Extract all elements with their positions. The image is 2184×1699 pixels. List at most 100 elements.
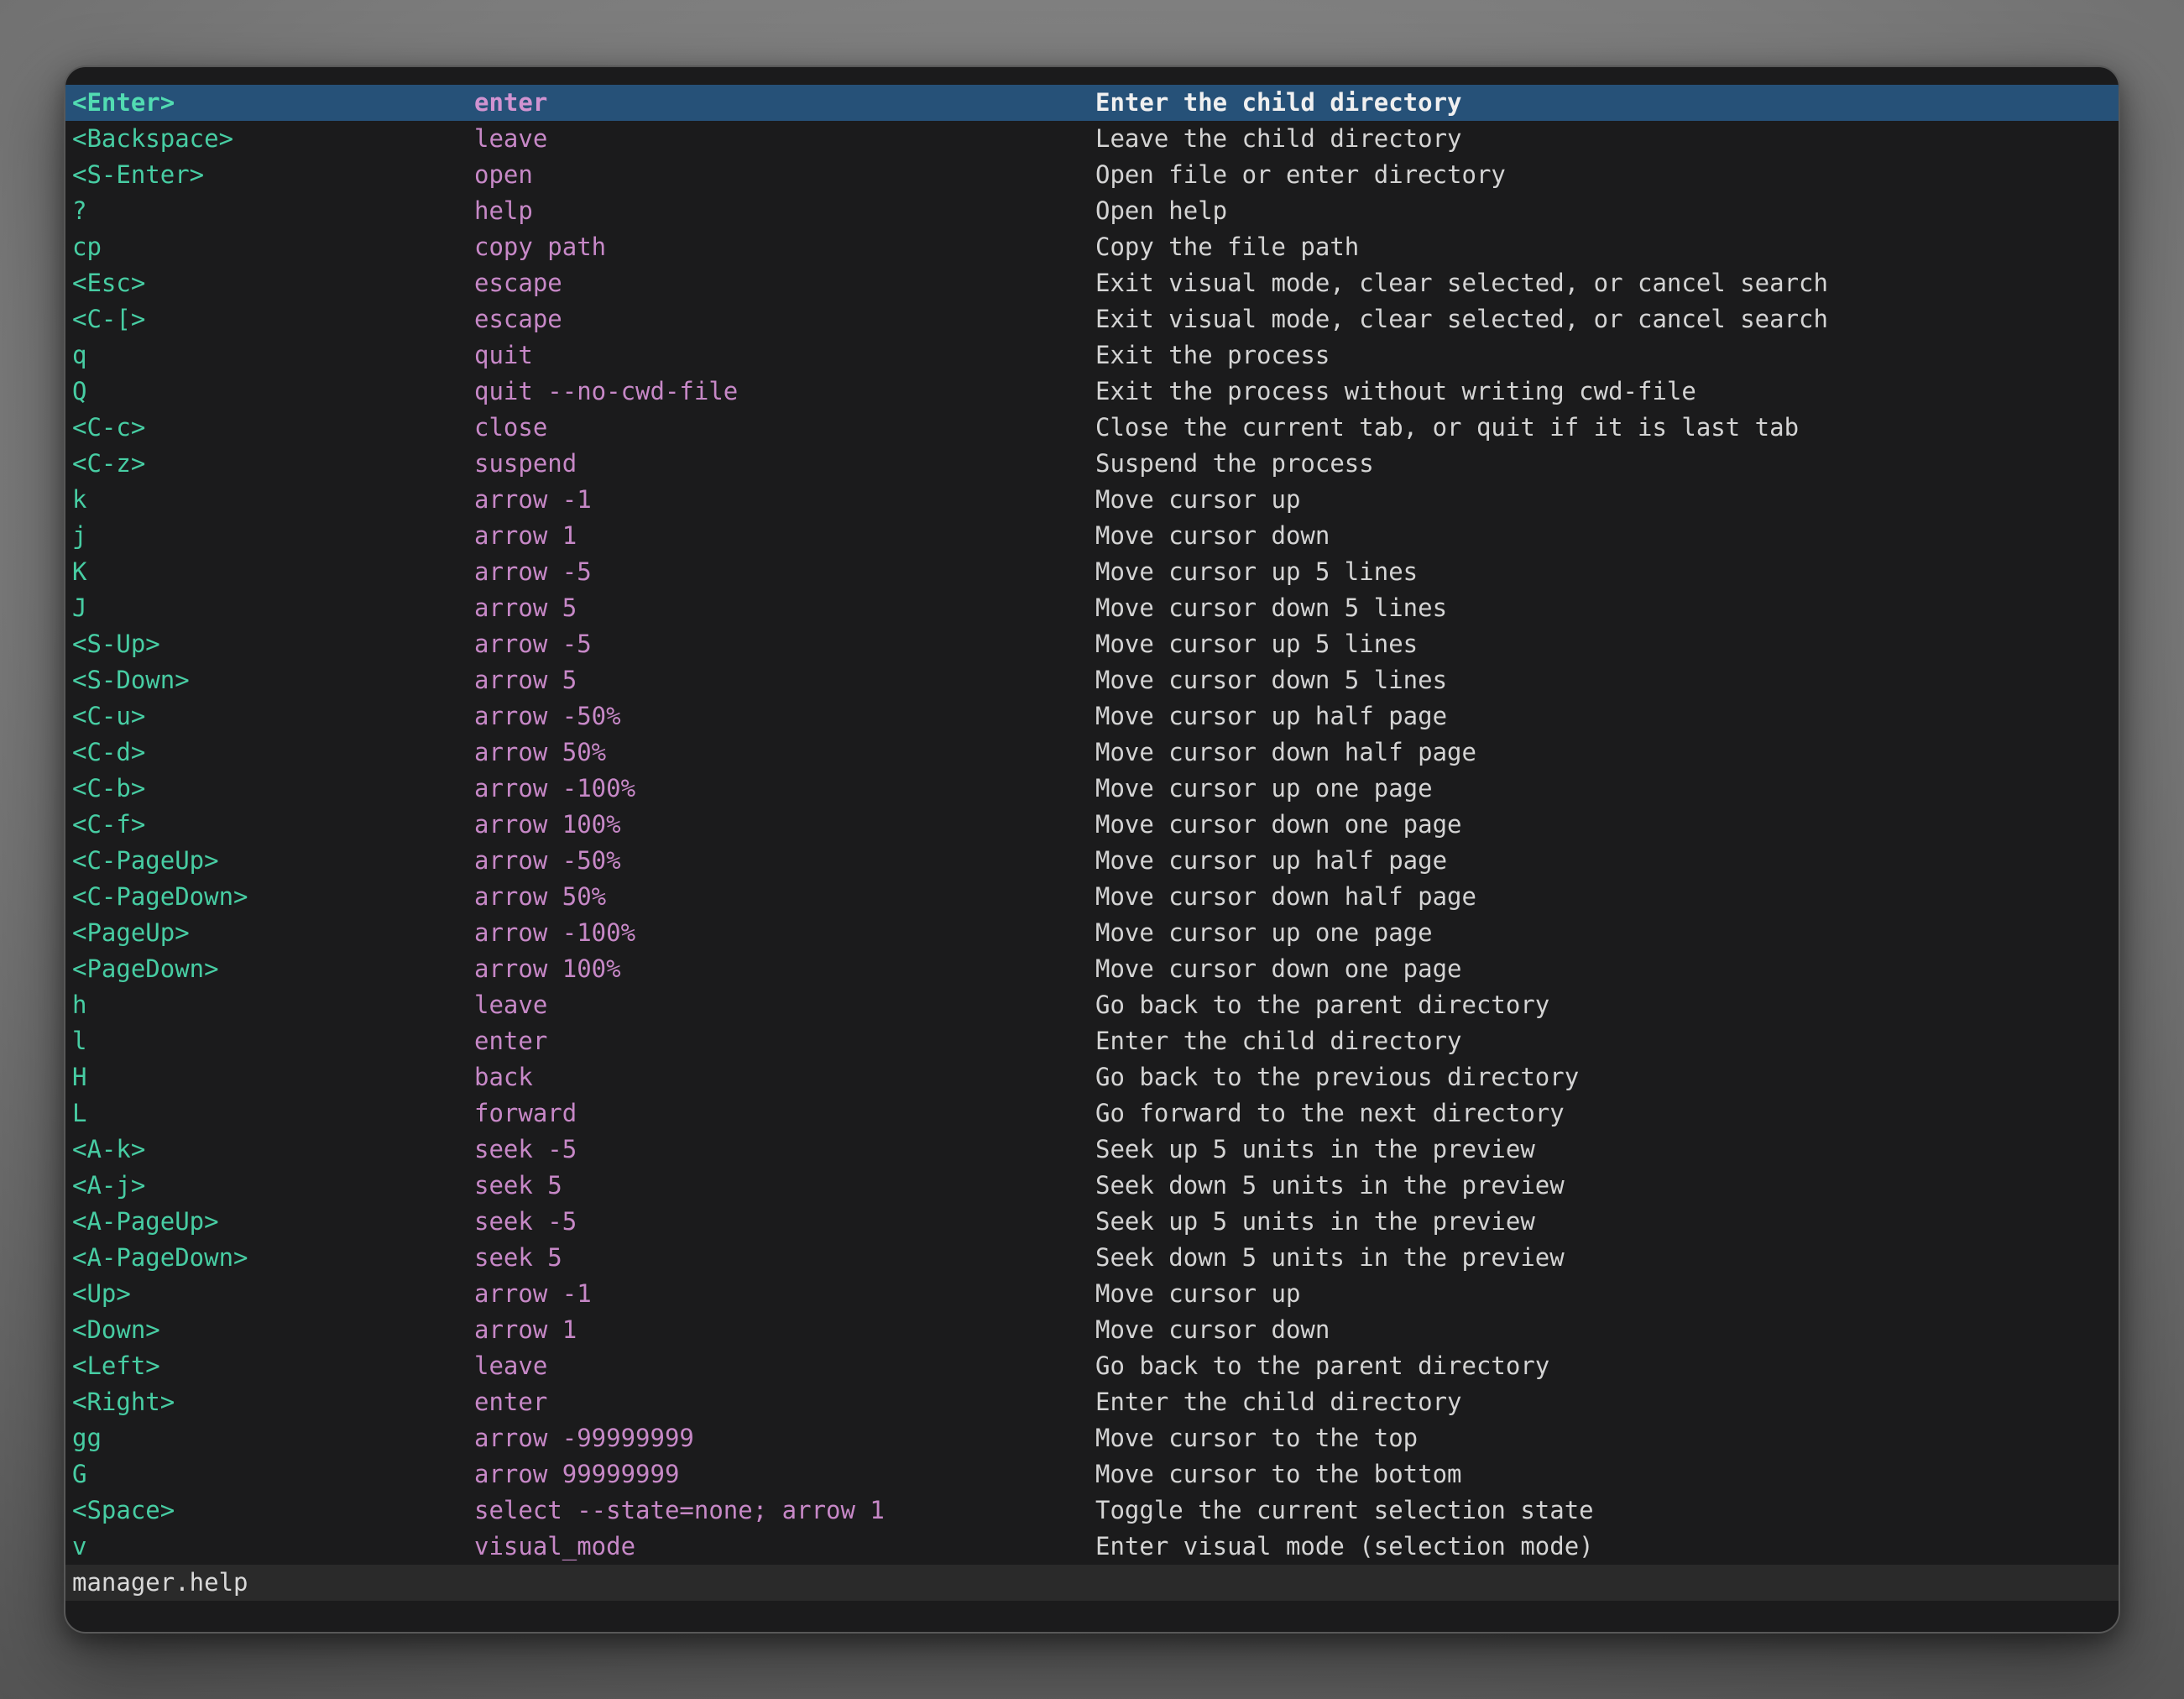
keybind-row[interactable]: <A-PageUp>seek -5Seek up 5 units in the …	[65, 1204, 2119, 1240]
keybind-row[interactable]: <A-k>seek -5Seek up 5 units in the previ…	[65, 1132, 2119, 1168]
keybind-description: Move cursor up 5 lines	[1095, 554, 2119, 590]
keybind-row[interactable]: Garrow 99999999Move cursor to the bottom	[65, 1456, 2119, 1493]
keybind-command: quit --no-cwd-file	[474, 374, 1095, 410]
keybind-description: Go forward to the next directory	[1095, 1095, 2119, 1132]
keybind-row[interactable]: <Backspace>leaveLeave the child director…	[65, 121, 2119, 157]
keybind-key: <C-[>	[72, 301, 474, 337]
keybind-row[interactable]: <C-PageDown>arrow 50%Move cursor down ha…	[65, 879, 2119, 915]
keybind-description: Exit the process	[1095, 337, 2119, 374]
keybind-description: Move cursor down	[1095, 518, 2119, 554]
keybind-key: H	[72, 1059, 474, 1095]
keybind-description: Move cursor up one page	[1095, 771, 2119, 807]
keybind-row[interactable]: <C-z>suspendSuspend the process	[65, 446, 2119, 482]
status-bar: manager.help	[65, 1565, 2119, 1601]
keybind-row[interactable]: <Up>arrow -1Move cursor up	[65, 1276, 2119, 1312]
keybind-row[interactable]: jarrow 1Move cursor down	[65, 518, 2119, 554]
keybind-key: <C-b>	[72, 771, 474, 807]
keybind-key: <Left>	[72, 1348, 474, 1384]
keybind-command: leave	[474, 121, 1095, 157]
keybind-row[interactable]: lenterEnter the child directory	[65, 1023, 2119, 1059]
keybind-row[interactable]: <C-PageUp>arrow -50%Move cursor up half …	[65, 843, 2119, 879]
keybind-command: copy path	[474, 229, 1095, 265]
keybind-command: arrow -99999999	[474, 1420, 1095, 1456]
keybind-row[interactable]: <A-j>seek 5Seek down 5 units in the prev…	[65, 1168, 2119, 1204]
keybind-description: Go back to the parent directory	[1095, 987, 2119, 1023]
keybind-key: <S-Up>	[72, 626, 474, 662]
keybind-description: Seek up 5 units in the preview	[1095, 1132, 2119, 1168]
keybind-key: h	[72, 987, 474, 1023]
keybind-row[interactable]: LforwardGo forward to the next directory	[65, 1095, 2119, 1132]
keybind-description: Move cursor up	[1095, 482, 2119, 518]
keybind-command: enter	[474, 1384, 1095, 1420]
keybind-description: Enter the child directory	[1095, 85, 2119, 121]
keybind-description: Move cursor down one page	[1095, 807, 2119, 843]
keybind-row[interactable]: hleaveGo back to the parent directory	[65, 987, 2119, 1023]
keybind-row[interactable]: karrow -1Move cursor up	[65, 482, 2119, 518]
keybind-row[interactable]: Qquit --no-cwd-fileExit the process with…	[65, 374, 2119, 410]
keybind-row[interactable]: vvisual_modeEnter visual mode (selection…	[65, 1529, 2119, 1565]
keybind-row[interactable]: cpcopy pathCopy the file path	[65, 229, 2119, 265]
keybind-row[interactable]: <C-u>arrow -50%Move cursor up half page	[65, 698, 2119, 734]
keybind-key: <A-PageDown>	[72, 1240, 474, 1276]
keybind-description: Seek up 5 units in the preview	[1095, 1204, 2119, 1240]
keybind-key: <S-Enter>	[72, 157, 474, 193]
keybind-description: Enter the child directory	[1095, 1023, 2119, 1059]
keybind-key: <C-c>	[72, 410, 474, 446]
keybind-description: Go back to the parent directory	[1095, 1348, 2119, 1384]
keybind-command: open	[474, 157, 1095, 193]
keybind-command: seek 5	[474, 1240, 1095, 1276]
keybind-row[interactable]: ggarrow -99999999Move cursor to the top	[65, 1420, 2119, 1456]
keybind-row[interactable]: Karrow -5Move cursor up 5 lines	[65, 554, 2119, 590]
keybind-description: Enter visual mode (selection mode)	[1095, 1529, 2119, 1565]
keybind-key: <A-PageUp>	[72, 1204, 474, 1240]
keybind-key: ?	[72, 193, 474, 229]
keybind-row[interactable]: <C-c>closeClose the current tab, or quit…	[65, 410, 2119, 446]
keybind-row[interactable]: <Esc>escapeExit visual mode, clear selec…	[65, 265, 2119, 301]
keybind-key: v	[72, 1529, 474, 1565]
keybind-row[interactable]: <C-[>escapeExit visual mode, clear selec…	[65, 301, 2119, 337]
keybind-row[interactable]: <PageDown>arrow 100%Move cursor down one…	[65, 951, 2119, 987]
keybind-command: quit	[474, 337, 1095, 374]
keybind-command: enter	[474, 85, 1095, 121]
keybind-key: <C-u>	[72, 698, 474, 734]
keybind-key: <Up>	[72, 1276, 474, 1312]
keybind-row[interactable]: ?helpOpen help	[65, 193, 2119, 229]
keybind-command: close	[474, 410, 1095, 446]
keybind-row[interactable]: <C-f>arrow 100%Move cursor down one page	[65, 807, 2119, 843]
keybind-command: arrow 50%	[474, 879, 1095, 915]
keybind-row[interactable]: <S-Down>arrow 5Move cursor down 5 lines	[65, 662, 2119, 698]
keybind-row-selected[interactable]: <Enter>enterEnter the child directory	[65, 85, 2119, 121]
keybind-description: Move cursor to the top	[1095, 1420, 2119, 1456]
keybind-command: back	[474, 1059, 1095, 1095]
keybind-row[interactable]: Jarrow 5Move cursor down 5 lines	[65, 590, 2119, 626]
keybind-row[interactable]: <C-d>arrow 50%Move cursor down half page	[65, 734, 2119, 771]
keybind-command: arrow -100%	[474, 915, 1095, 951]
keybind-description: Leave the child directory	[1095, 121, 2119, 157]
keybind-row[interactable]: <A-PageDown>seek 5Seek down 5 units in t…	[65, 1240, 2119, 1276]
keybind-command: arrow 100%	[474, 951, 1095, 987]
keybind-key: <C-z>	[72, 446, 474, 482]
keybind-key: L	[72, 1095, 474, 1132]
keybind-row[interactable]: <Space>select --state=none; arrow 1Toggl…	[65, 1493, 2119, 1529]
keybindings-help-table: <Enter>enterEnter the child directory<Ba…	[65, 85, 2119, 1565]
keybind-description: Move cursor down one page	[1095, 951, 2119, 987]
keybind-key: q	[72, 337, 474, 374]
keybind-description: Move cursor down half page	[1095, 879, 2119, 915]
keybind-row[interactable]: <Right>enterEnter the child directory	[65, 1384, 2119, 1420]
keybind-command: escape	[474, 301, 1095, 337]
keybind-description: Close the current tab, or quit if it is …	[1095, 410, 2119, 446]
keybind-description: Move cursor up	[1095, 1276, 2119, 1312]
keybind-row[interactable]: <S-Enter>openOpen file or enter director…	[65, 157, 2119, 193]
keybind-row[interactable]: HbackGo back to the previous directory	[65, 1059, 2119, 1095]
keybind-row[interactable]: <PageUp>arrow -100%Move cursor up one pa…	[65, 915, 2119, 951]
keybind-row[interactable]: <C-b>arrow -100%Move cursor up one page	[65, 771, 2119, 807]
status-mode-label: manager.help	[72, 1568, 248, 1597]
keybind-row[interactable]: <S-Up>arrow -5Move cursor up 5 lines	[65, 626, 2119, 662]
keybind-key: G	[72, 1456, 474, 1493]
keybind-command: select --state=none; arrow 1	[474, 1493, 1095, 1529]
keybind-row[interactable]: <Down>arrow 1Move cursor down	[65, 1312, 2119, 1348]
keybind-row[interactable]: <Left>leaveGo back to the parent directo…	[65, 1348, 2119, 1384]
keybind-command: enter	[474, 1023, 1095, 1059]
keybind-row[interactable]: qquitExit the process	[65, 337, 2119, 374]
keybind-description: Exit visual mode, clear selected, or can…	[1095, 265, 2119, 301]
